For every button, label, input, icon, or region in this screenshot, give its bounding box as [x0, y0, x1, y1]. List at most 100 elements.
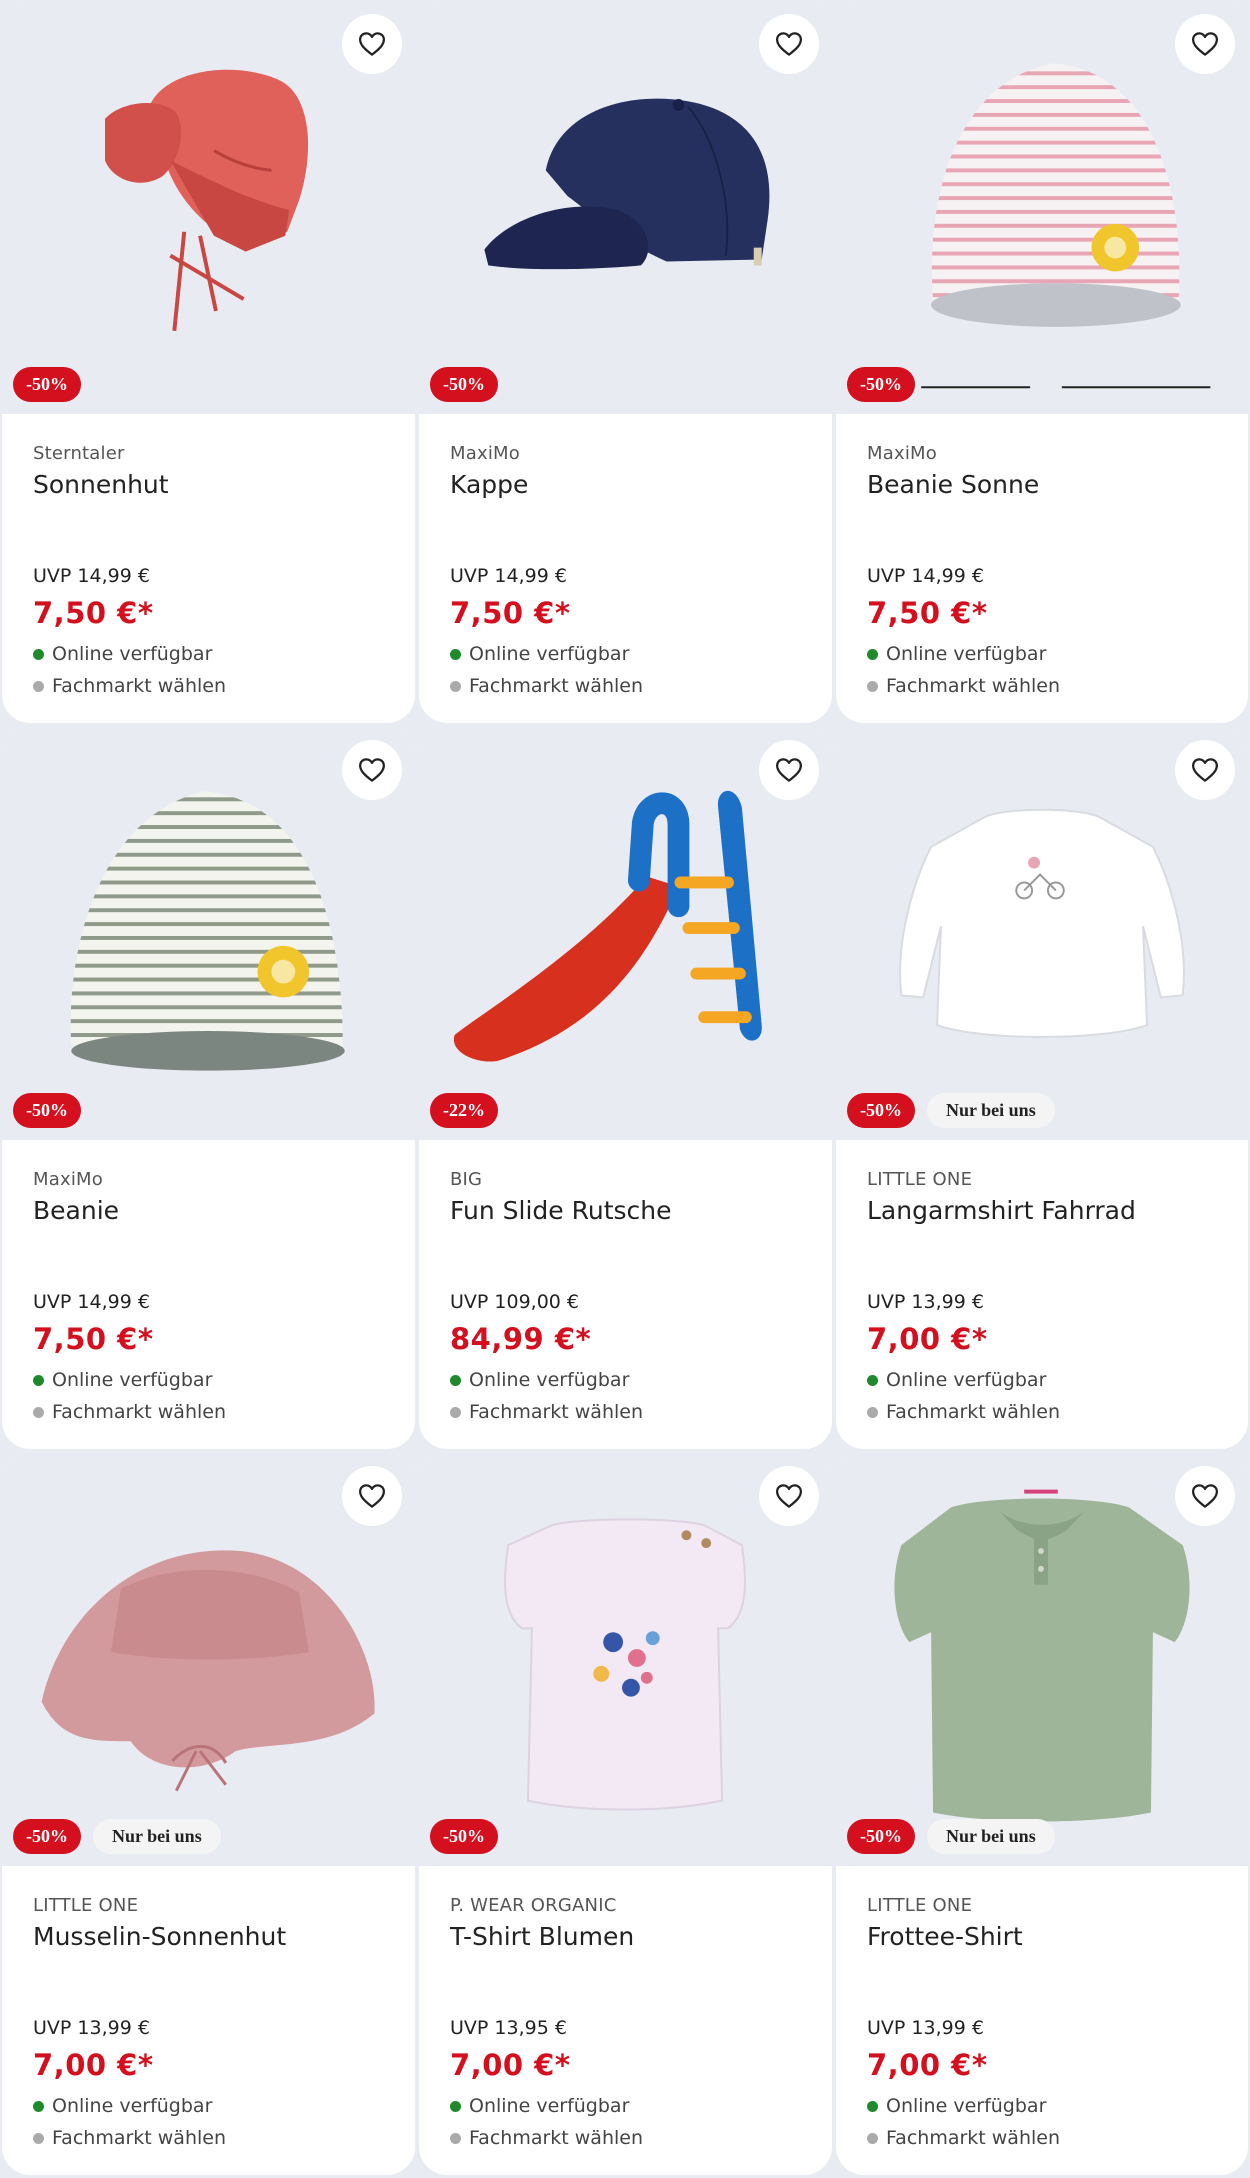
store-dot-icon — [450, 1406, 461, 1418]
favorite-button[interactable] — [342, 1466, 402, 1526]
store-label: Fachmarkt wählen — [52, 1401, 227, 1423]
product-card[interactable]: -50% Nur bei uns LITTLE ONE Langarmshirt… — [836, 726, 1248, 1449]
product-grid: -50% Sterntaler Sonnenhut UVP 14,99 € 7,… — [0, 0, 1250, 2178]
discount-badge: -50% — [13, 1819, 81, 1854]
product-name[interactable]: T-Shirt Blumen — [450, 1919, 812, 1955]
online-availability: Online verfügbar — [867, 2095, 1046, 2117]
product-card[interactable]: -50% P. WEAR ORGANIC T-Shirt Blumen UVP … — [419, 1452, 832, 2175]
availability-dot-icon — [33, 2100, 44, 2112]
store-label: Fachmarkt wählen — [886, 2127, 1061, 2149]
store-label: Fachmarkt wählen — [469, 2127, 644, 2149]
favorite-button[interactable] — [1175, 740, 1235, 800]
availability-dot-icon — [867, 2100, 878, 2112]
online-availability: Online verfügbar — [450, 2095, 629, 2117]
store-label: Fachmarkt wählen — [469, 675, 644, 697]
choose-store-link[interactable]: Fachmarkt wählen — [33, 2127, 226, 2149]
badge-row: -50% — [430, 367, 498, 402]
product-name[interactable]: Kappe — [450, 467, 812, 503]
choose-store-link[interactable]: Fachmarkt wählen — [450, 1401, 643, 1423]
discount-badge: -50% — [13, 1093, 81, 1128]
online-availability: Online verfügbar — [450, 1369, 629, 1391]
favorite-button[interactable] — [759, 1466, 819, 1526]
product-name[interactable]: Langarmshirt Fahrrad — [867, 1193, 1228, 1229]
sale-price: 7,00 €* — [450, 2048, 571, 2082]
store-dot-icon — [867, 1406, 878, 1418]
online-availability: Online verfügbar — [33, 2095, 212, 2117]
favorite-button[interactable] — [1175, 1466, 1235, 1526]
product-brand: Sterntaler — [33, 443, 125, 464]
original-price: UVP 13,95 € — [450, 2017, 567, 2039]
online-availability: Online verfügbar — [867, 643, 1046, 665]
sale-price: 7,00 €* — [33, 2048, 154, 2082]
choose-store-link[interactable]: Fachmarkt wählen — [450, 2127, 643, 2149]
availability-dot-icon — [33, 648, 44, 660]
original-price: UVP 14,99 € — [867, 565, 984, 587]
product-info: MaxiMo Beanie Sonne — [867, 441, 1228, 503]
exclusive-badge: Nur bei uns — [927, 1093, 1055, 1128]
product-info: P. WEAR ORGANIC T-Shirt Blumen — [450, 1893, 812, 1955]
product-name[interactable]: Frottee-Shirt — [867, 1919, 1228, 1955]
availability-dot-icon — [450, 2100, 461, 2112]
heart-icon — [776, 1484, 802, 1508]
choose-store-link[interactable]: Fachmarkt wählen — [867, 1401, 1060, 1423]
product-card[interactable]: -50% MaxiMo Kappe UVP 14,99 € 7,50 €* On… — [419, 0, 832, 723]
product-info: BIG Fun Slide Rutsche — [450, 1167, 812, 1229]
product-brand: MaxiMo — [867, 443, 937, 464]
original-price: UVP 109,00 € — [450, 1291, 580, 1313]
product-name[interactable]: Fun Slide Rutsche — [450, 1193, 812, 1229]
store-dot-icon — [33, 2132, 44, 2144]
heart-icon — [1192, 1484, 1218, 1508]
discount-badge: -50% — [13, 367, 81, 402]
favorite-button[interactable] — [759, 14, 819, 74]
product-card[interactable]: -50% MaxiMo Beanie UVP 14,99 € 7,50 €* O… — [2, 726, 415, 1449]
product-card[interactable]: -50% Sterntaler Sonnenhut UVP 14,99 € 7,… — [2, 0, 415, 723]
store-label: Fachmarkt wählen — [469, 1401, 644, 1423]
choose-store-link[interactable]: Fachmarkt wählen — [33, 675, 226, 697]
sale-price: 7,50 €* — [867, 596, 988, 630]
sale-price: 7,50 €* — [33, 596, 154, 630]
availability-label: Online verfügbar — [886, 2095, 1047, 2117]
choose-store-link[interactable]: Fachmarkt wählen — [450, 675, 643, 697]
discount-badge: -50% — [430, 367, 498, 402]
original-price: UVP 13,99 € — [33, 2017, 150, 2039]
product-name[interactable]: Beanie Sonne — [867, 467, 1228, 503]
discount-badge: -22% — [430, 1093, 498, 1128]
product-name[interactable]: Musselin-Sonnenhut — [33, 1919, 395, 1955]
original-price: UVP 14,99 € — [33, 1291, 150, 1313]
product-card[interactable]: -50% Nur bei uns LITTLE ONE Frottee-Shir… — [836, 1452, 1248, 2175]
product-card[interactable]: -50% Nur bei uns LITTLE ONE Musselin-Son… — [2, 1452, 415, 2175]
badge-row: -50% Nur bei uns — [847, 1819, 1055, 1854]
choose-store-link[interactable]: Fachmarkt wählen — [33, 1401, 226, 1423]
product-info: LITTLE ONE Langarmshirt Fahrrad — [867, 1167, 1228, 1229]
store-label: Fachmarkt wählen — [52, 675, 227, 697]
store-dot-icon — [33, 1406, 44, 1418]
exclusive-badge: Nur bei uns — [93, 1819, 221, 1854]
choose-store-link[interactable]: Fachmarkt wählen — [867, 675, 1060, 697]
favorite-button[interactable] — [342, 740, 402, 800]
online-availability: Online verfügbar — [867, 1369, 1046, 1391]
sale-price: 84,99 €* — [450, 1322, 592, 1356]
badge-row: -50% Nur bei uns — [13, 1819, 221, 1854]
product-brand: BIG — [450, 1169, 483, 1190]
discount-badge: -50% — [430, 1819, 498, 1854]
sale-price: 7,00 €* — [867, 1322, 988, 1356]
favorite-button[interactable] — [342, 14, 402, 74]
favorite-button[interactable] — [759, 740, 819, 800]
product-name[interactable]: Sonnenhut — [33, 467, 395, 503]
original-price: UVP 13,99 € — [867, 1291, 984, 1313]
badge-row: -50% Nur bei uns — [847, 1093, 1055, 1128]
product-name[interactable]: Beanie — [33, 1193, 395, 1229]
badge-row: -22% — [430, 1093, 498, 1128]
original-price: UVP 14,99 € — [33, 565, 150, 587]
store-dot-icon — [867, 680, 878, 692]
badge-row: -50% — [430, 1819, 498, 1854]
product-brand: LITTLE ONE — [33, 1895, 139, 1916]
heart-icon — [359, 1484, 385, 1508]
favorite-button[interactable] — [1175, 14, 1235, 74]
choose-store-link[interactable]: Fachmarkt wählen — [867, 2127, 1060, 2149]
product-card[interactable]: -50% MaxiMo Beanie Sonne UVP 14,99 € 7,5… — [836, 0, 1248, 723]
product-card[interactable]: -22% BIG Fun Slide Rutsche UVP 109,00 € … — [419, 726, 832, 1449]
availability-dot-icon — [867, 648, 878, 660]
online-availability: Online verfügbar — [450, 643, 629, 665]
product-info: LITTLE ONE Musselin-Sonnenhut — [33, 1893, 395, 1955]
